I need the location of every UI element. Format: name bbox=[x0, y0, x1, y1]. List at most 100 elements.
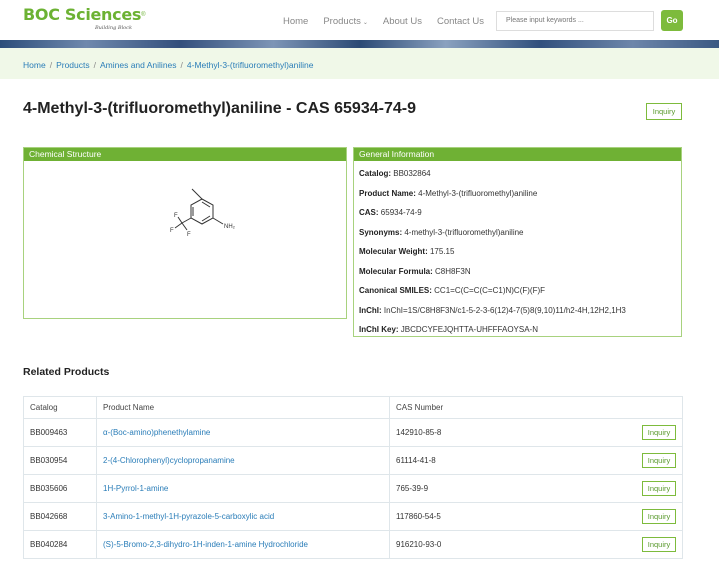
info-key: Synonyms: bbox=[359, 227, 403, 237]
nav-item-home[interactable]: Home bbox=[283, 16, 308, 27]
table-row: BB040284 (S)-5-Bromo-2,3-dihydro-1H-inde… bbox=[23, 530, 683, 559]
info-row-molecular-weight: Molecular Weight: 175.15 bbox=[354, 242, 681, 262]
cas-cell: 61114-41-8 Inquiry bbox=[389, 446, 683, 475]
info-value: JBCDCYFEJQHTTA-UHFFFAOYSA-N bbox=[400, 325, 538, 334]
info-key: Canonical SMILES: bbox=[359, 286, 432, 295]
breadcrumb-products[interactable]: Products bbox=[56, 60, 90, 70]
nav-label: Products bbox=[323, 16, 361, 27]
related-products-table: Catalog Product Name CAS Number BB009463… bbox=[23, 396, 683, 559]
page-title: 4-Methyl-3-(trifluoromethyl)aniline - CA… bbox=[23, 100, 416, 117]
table-row: BB035606 1H-Pyrrol-1-amine 765-39-9 Inqui… bbox=[23, 474, 683, 503]
amine-label: NH₂ bbox=[224, 224, 236, 230]
cas-cell: 142910-85-8 Inquiry bbox=[389, 418, 683, 447]
table-row: BB009463 α-(Boc-amino)phenethylamine 142… bbox=[23, 418, 683, 447]
info-key: Product Name: bbox=[359, 188, 416, 198]
info-value: C8H8F3N bbox=[435, 266, 471, 276]
inquiry-button[interactable]: Inquiry bbox=[646, 103, 682, 120]
info-row-molecular-formula: Molecular Formula: C8H8F3N bbox=[354, 262, 681, 282]
general-information-heading: General Information bbox=[354, 148, 681, 161]
chemical-structure-heading: Chemical Structure bbox=[24, 148, 346, 161]
cas-cell: 916210-93-0 Inquiry bbox=[389, 530, 683, 559]
cas-number: 765-39-9 bbox=[396, 484, 429, 493]
structure-image-area: F F F NH₂ bbox=[24, 161, 346, 319]
site-logo[interactable]: BOC Sciences® Building Block bbox=[23, 5, 146, 31]
molecule-structure-image: F F F NH₂ bbox=[170, 188, 236, 238]
nav-label: About Us bbox=[382, 16, 422, 27]
inquiry-button[interactable]: Inquiry bbox=[642, 425, 676, 440]
product-name-link[interactable]: α-(Boc-amino)phenethylamine bbox=[96, 418, 390, 447]
table-row: BB042668 3-Amino-1-methyl-1H-pyrazole-5-… bbox=[23, 502, 683, 531]
main-nav: Home Products ⌄ About Us Contact Us bbox=[283, 16, 499, 27]
nav-label: Contact Us bbox=[436, 16, 484, 27]
catalog-cell: BB035606 bbox=[23, 474, 97, 503]
site-header: BOC Sciences® Building Block Home Produc… bbox=[0, 0, 719, 40]
info-row-inchi-key: InChI Key: JBCDCYFEJQHTTA-UHFFFAOYSA-N bbox=[354, 320, 681, 340]
product-name-link[interactable]: (S)-5-Bromo-2,3-dihydro-1H-inden-1-amine… bbox=[96, 530, 390, 559]
search-go-button[interactable]: Go bbox=[661, 10, 683, 31]
chevron-down-icon: ⌄ bbox=[362, 20, 368, 26]
info-key: CAS: bbox=[359, 208, 379, 217]
logo-tagline: Building Block bbox=[95, 25, 133, 31]
general-information-panel: General Information Catalog: BB032864 Pr… bbox=[353, 147, 682, 337]
breadcrumb-current-product[interactable]: 4-Methyl-3-(trifluoromethyl)aniline bbox=[187, 60, 314, 70]
product-name-link[interactable]: 2-(4-Chlorophenyl)cyclopropanamine bbox=[96, 446, 390, 475]
cas-cell: 117860-54-5 Inquiry bbox=[389, 502, 683, 531]
catalog-cell: BB040284 bbox=[23, 530, 97, 559]
cas-number: 916210-93-0 bbox=[396, 540, 442, 549]
info-value: 4-methyl-3-(trifluoromethyl)aniline bbox=[404, 227, 524, 237]
cas-number: 117860-54-5 bbox=[396, 512, 441, 521]
cas-number: 142910-85-8 bbox=[396, 428, 442, 437]
fluorine-label: F bbox=[187, 232, 191, 238]
info-key: InChI: bbox=[359, 305, 382, 315]
cas-number: 61114-41-8 bbox=[396, 456, 436, 465]
fluorine-label: F bbox=[174, 213, 178, 219]
info-key: InChI Key: bbox=[359, 325, 399, 334]
catalog-cell: BB009463 bbox=[23, 418, 97, 447]
table-row: BB030954 2-(4-Chlorophenyl)cyclopropanam… bbox=[23, 446, 683, 475]
breadcrumb-home[interactable]: Home bbox=[23, 60, 46, 70]
nav-item-contact-us[interactable]: Contact Us bbox=[437, 16, 484, 27]
info-value: 4-Methyl-3-(trifluoromethyl)aniline bbox=[418, 188, 538, 198]
column-header-catalog: Catalog bbox=[23, 396, 97, 419]
nav-item-about-us[interactable]: About Us bbox=[383, 16, 422, 27]
table-header-row: Catalog Product Name CAS Number bbox=[23, 396, 683, 419]
nav-label: Home bbox=[283, 16, 309, 27]
header-banner bbox=[0, 40, 719, 48]
info-key: Catalog: bbox=[359, 169, 391, 178]
inquiry-button[interactable]: Inquiry bbox=[642, 453, 676, 468]
info-row-canonical-smiles: Canonical SMILES: CC1=C(C=C(C=C1)N)C(F)(… bbox=[354, 281, 681, 301]
breadcrumb-amines-and-anilines[interactable]: Amines and Anilines bbox=[100, 60, 177, 70]
info-value: InChI=1S/C8H8F3N/c1-5-2-3-6(12)4-7(5)8(9… bbox=[383, 305, 626, 315]
catalog-cell: BB042668 bbox=[23, 502, 97, 531]
product-name-link[interactable]: 1H-Pyrrol-1-amine bbox=[96, 474, 390, 503]
inquiry-button[interactable]: Inquiry bbox=[642, 509, 676, 524]
info-row-product-name: Product Name: 4-Methyl-3-(trifluoromethy… bbox=[354, 184, 681, 204]
column-header-cas-number: CAS Number bbox=[389, 396, 683, 419]
chemical-structure-panel: Chemical Structure F F F NH₂ bbox=[23, 147, 347, 319]
info-row-synonyms: Synonyms: 4-methyl-3-(trifluoromethyl)an… bbox=[354, 223, 681, 243]
info-row-catalog: Catalog: BB032864 bbox=[354, 164, 681, 184]
search-input[interactable]: Please input keywords ... bbox=[496, 11, 654, 31]
info-row-cas: CAS: 65934-74-9 bbox=[354, 203, 681, 223]
info-value: CC1=C(C=C(C=C1)N)C(F)(F)F bbox=[434, 286, 546, 295]
breadcrumb-separator: / bbox=[93, 60, 96, 70]
info-row-inchi: InChI: InChI=1S/C8H8F3N/c1-5-2-3-6(12)4-… bbox=[354, 301, 681, 321]
breadcrumb-separator: / bbox=[49, 60, 53, 70]
column-header-product-name: Product Name bbox=[96, 396, 390, 419]
nav-item-products[interactable]: Products ⌄ bbox=[323, 16, 368, 27]
info-key: Molecular Formula: bbox=[359, 266, 433, 276]
breadcrumb-bar: Home / Products / Amines and Anilines/4-Meth… bbox=[0, 48, 719, 79]
info-value: 65934-74-9 bbox=[380, 208, 422, 217]
product-name-link[interactable]: 3-Amino-1-methyl-1H-pyrazole-5-carboxyli… bbox=[96, 502, 390, 531]
catalog-cell: BB030954 bbox=[23, 446, 97, 475]
breadcrumb: Home / Products / Amines and Anilines/4-Meth… bbox=[23, 60, 314, 70]
registered-mark-icon: ® bbox=[141, 12, 146, 18]
info-value: 175.15 bbox=[429, 247, 455, 256]
fluorine-label: F bbox=[170, 228, 174, 234]
cas-cell: 765-39-9 Inquiry bbox=[389, 474, 683, 503]
inquiry-button[interactable]: Inquiry bbox=[642, 537, 676, 552]
info-value: BB032864 bbox=[393, 169, 431, 178]
breadcrumb-separator: / bbox=[180, 60, 183, 70]
related-products-heading: Related Products bbox=[23, 366, 110, 378]
inquiry-button[interactable]: Inquiry bbox=[642, 481, 676, 496]
